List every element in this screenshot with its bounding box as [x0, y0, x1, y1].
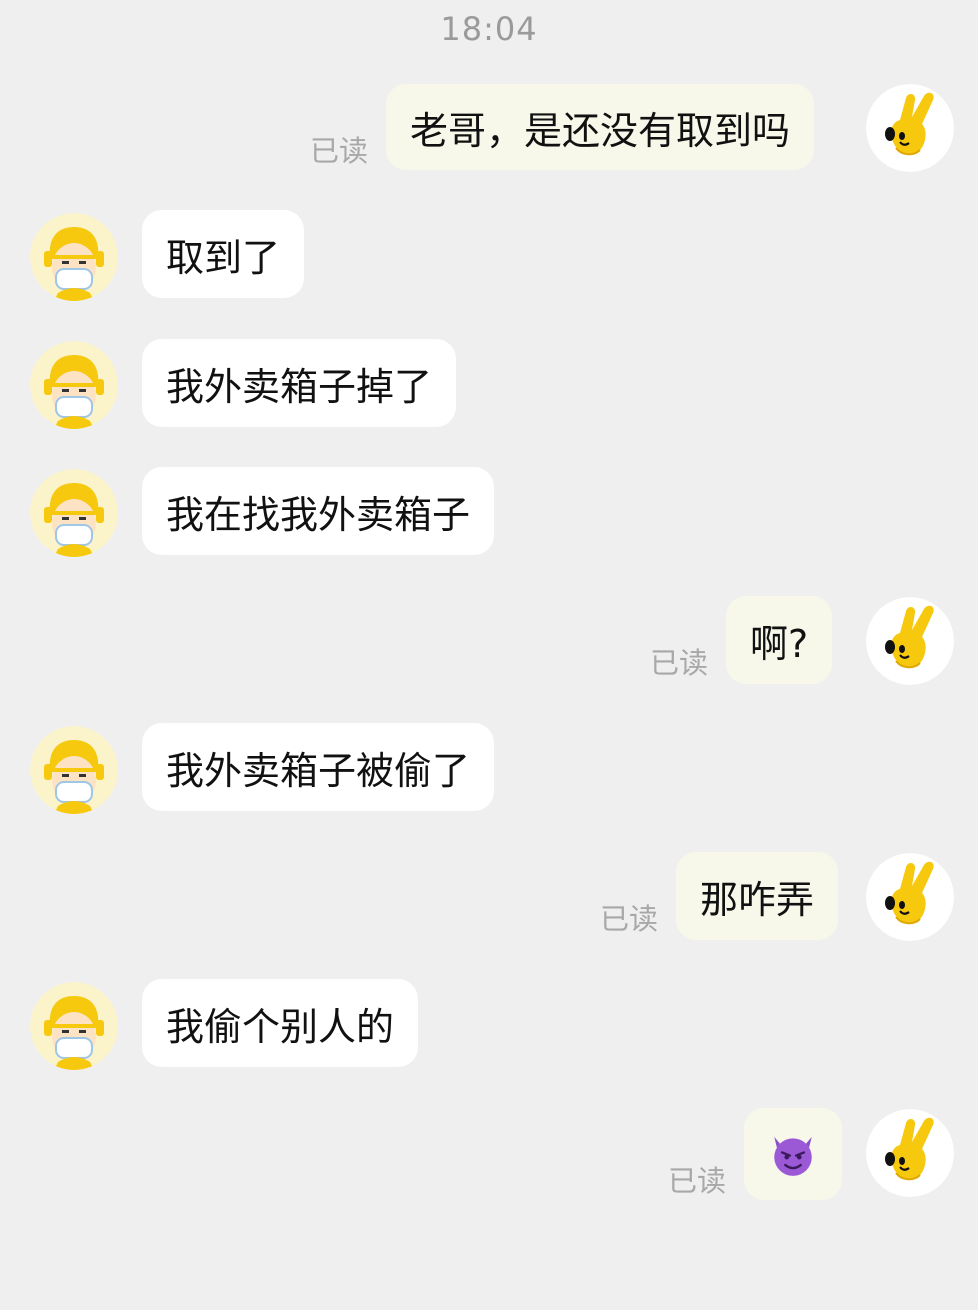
- read-receipt: 已读: [650, 646, 709, 680]
- outgoing-emoji-bubble[interactable]: [744, 1108, 842, 1200]
- read-receipt: 已读: [600, 902, 659, 936]
- courier-avatar[interactable]: [30, 726, 118, 814]
- yellow-hand-mascot-icon: [866, 1109, 954, 1197]
- incoming-message-bubble[interactable]: 取到了: [142, 210, 305, 298]
- yellow-hand-mascot-icon: [866, 853, 954, 941]
- courier-avatar[interactable]: [30, 213, 118, 301]
- my-avatar[interactable]: [866, 1109, 954, 1197]
- delivery-rider-masked-icon: [30, 982, 118, 1070]
- courier-avatar[interactable]: [30, 341, 118, 429]
- devil-emoji-icon: [768, 1125, 818, 1183]
- timestamp: 18:04: [440, 10, 538, 48]
- outgoing-message-bubble[interactable]: 那咋弄: [676, 852, 839, 940]
- incoming-message-bubble[interactable]: 我外卖箱子被偷了: [142, 723, 495, 811]
- outgoing-message-bubble[interactable]: 啊?: [726, 596, 833, 684]
- delivery-rider-masked-icon: [30, 726, 118, 814]
- yellow-hand-mascot-icon: [866, 597, 954, 685]
- incoming-message-bubble[interactable]: 我外卖箱子掉了: [142, 339, 457, 427]
- delivery-rider-masked-icon: [30, 213, 118, 301]
- outgoing-message-bubble[interactable]: 老哥，是还没有取到吗: [386, 84, 815, 170]
- delivery-rider-masked-icon: [30, 469, 118, 557]
- my-avatar[interactable]: [866, 84, 954, 172]
- delivery-rider-masked-icon: [30, 341, 118, 429]
- courier-avatar[interactable]: [30, 469, 118, 557]
- my-avatar[interactable]: [866, 853, 954, 941]
- my-avatar[interactable]: [866, 597, 954, 685]
- read-receipt: 已读: [668, 1164, 727, 1198]
- courier-avatar[interactable]: [30, 982, 118, 1070]
- incoming-message-bubble[interactable]: 我偷个别人的: [142, 979, 419, 1067]
- read-receipt: 已读: [310, 134, 369, 168]
- incoming-message-bubble[interactable]: 我在找我外卖箱子: [142, 467, 495, 555]
- yellow-hand-mascot-icon: [866, 84, 954, 172]
